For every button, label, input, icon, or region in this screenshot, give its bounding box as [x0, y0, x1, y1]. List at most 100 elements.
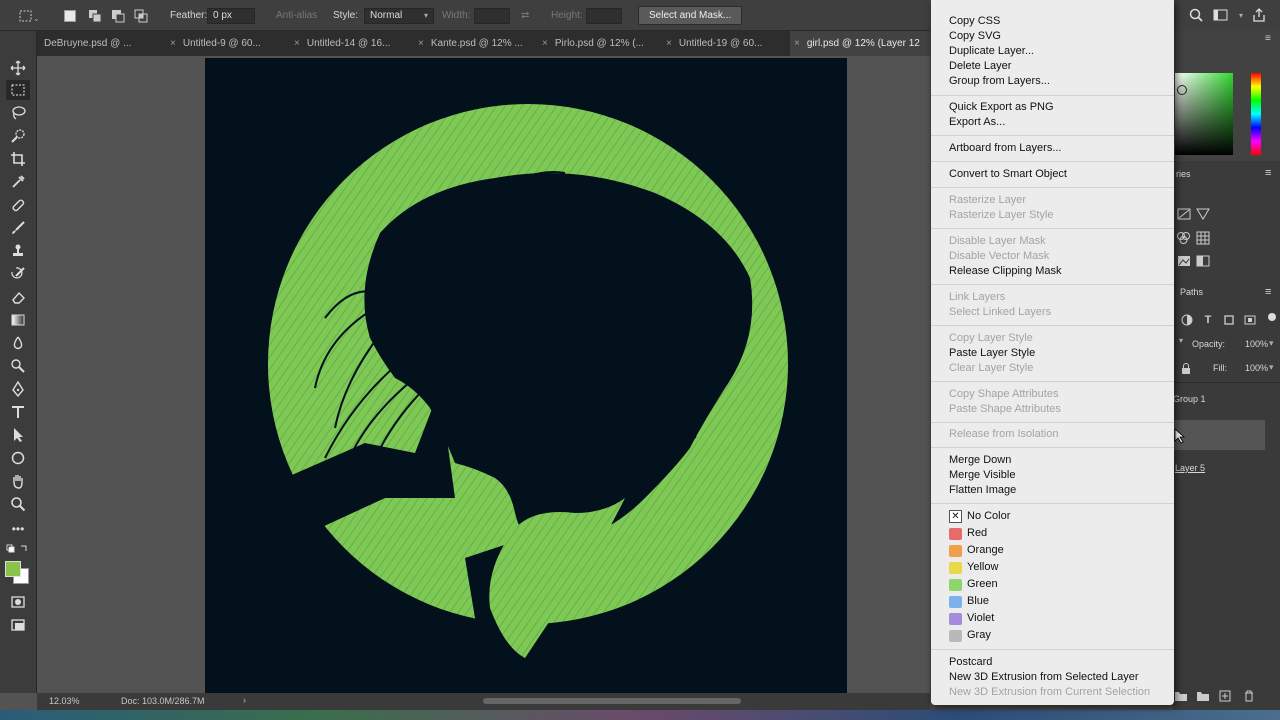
tab-kante[interactable]: × Kante.psd @ 12% ... [418, 31, 542, 56]
smart-object-filter-icon[interactable] [1242, 312, 1258, 328]
tab-pirlo[interactable]: × Pirlo.psd @ 12% (... [542, 31, 666, 56]
color-picker-cursor[interactable] [1177, 85, 1187, 95]
menu-item-flatten-image[interactable]: Flatten Image [949, 483, 1016, 498]
menu-item-postcard[interactable]: Postcard [949, 655, 992, 670]
layer-row-group-1[interactable]: Group 1 [1173, 387, 1280, 411]
quick-mask-icon[interactable] [6, 592, 30, 612]
lock-icon[interactable] [1178, 361, 1194, 377]
menu-item-release-clipping-mask[interactable]: Release Clipping Mask [949, 264, 1062, 279]
panel-menu-icon[interactable]: ≡ [1265, 33, 1271, 44]
marquee-preset-picker[interactable]: ⌄ [18, 0, 40, 31]
menu-item-copy-css[interactable]: Copy CSS [949, 14, 1000, 29]
artboard[interactable] [205, 58, 847, 693]
zoom-level[interactable]: 12.03% [49, 696, 80, 706]
channel-mixer-icon[interactable] [1195, 230, 1211, 246]
type-tool-icon[interactable] [6, 402, 30, 422]
panel-menu-icon[interactable]: ≡ [1265, 167, 1271, 179]
selective-color-icon[interactable] [1195, 253, 1211, 269]
gradient-tool-icon[interactable] [6, 310, 30, 330]
workspace-icon[interactable] [1213, 7, 1229, 23]
menu-item-convert-smart-object[interactable]: Convert to Smart Object [949, 167, 1067, 182]
subtract-selection-icon[interactable] [111, 0, 125, 31]
close-icon[interactable]: × [542, 38, 548, 49]
menu-item-export-as[interactable]: Export As... [949, 115, 1005, 130]
path-select-tool-icon[interactable] [6, 425, 30, 445]
default-colors-icon[interactable] [6, 540, 30, 560]
share-icon[interactable] [1251, 7, 1267, 23]
style-select[interactable]: Normal ▾ [364, 7, 434, 24]
layer-row-layer-5[interactable]: Layer 5 [1173, 459, 1280, 483]
canvas-area[interactable] [37, 56, 930, 693]
libraries-tab-label[interactable]: ries [1176, 169, 1191, 179]
opacity-value[interactable]: 100% [1245, 339, 1268, 349]
tab-untitled-14[interactable]: × Untitled-14 @ 16... [294, 31, 418, 56]
chevron-down-icon[interactable]: ▾ [1233, 7, 1249, 23]
tab-girl[interactable]: × girl.psd @ 12% (Layer 12 [790, 31, 930, 56]
type-filter-icon[interactable]: T [1200, 312, 1216, 328]
adjustment-filter-icon[interactable] [1179, 312, 1195, 328]
chevron-right-icon[interactable]: › [243, 695, 246, 705]
height-input[interactable] [586, 7, 622, 24]
quick-select-tool-icon[interactable] [6, 126, 30, 146]
more-tools-icon[interactable]: ••• [6, 519, 30, 539]
trash-icon[interactable] [1241, 688, 1257, 704]
search-icon[interactable] [1188, 7, 1204, 23]
menu-item-artboard-from-layers[interactable]: Artboard from Layers... [949, 141, 1062, 156]
levels-icon[interactable] [1176, 206, 1192, 222]
gradient-triangle-icon[interactable] [1195, 206, 1211, 222]
horizontal-scrollbar[interactable] [483, 698, 741, 704]
clone-stamp-tool-icon[interactable] [6, 241, 30, 261]
layer-row-selected[interactable] [1173, 420, 1265, 450]
ellipse-tool-icon[interactable] [6, 448, 30, 468]
width-input[interactable] [474, 7, 510, 24]
chevron-down-icon[interactable]: ▾ [1179, 336, 1183, 345]
menu-item-copy-svg[interactable]: Copy SVG [949, 29, 1001, 44]
pen-tool-icon[interactable] [6, 379, 30, 399]
intersect-selection-icon[interactable] [134, 0, 148, 31]
healing-brush-tool-icon[interactable] [6, 195, 30, 215]
foreground-color-swatch[interactable] [5, 561, 21, 577]
menu-item-group-from-layers[interactable]: Group from Layers... [949, 74, 1050, 89]
menu-item-merge-visible[interactable]: Merge Visible [949, 468, 1015, 483]
color-balance-icon[interactable] [1176, 230, 1192, 246]
panel-menu-icon[interactable]: ≡ [1265, 286, 1271, 298]
brush-tool-icon[interactable] [6, 218, 30, 238]
close-icon[interactable]: × [294, 38, 300, 49]
eraser-tool-icon[interactable] [6, 287, 30, 307]
select-and-mask-button[interactable]: Select and Mask... [638, 6, 743, 25]
history-brush-tool-icon[interactable] [6, 264, 30, 284]
fill-value[interactable]: 100% [1245, 363, 1268, 373]
tab-debruyne[interactable]: DeBruyne.psd @ ... [44, 31, 169, 56]
zoom-tool-icon[interactable] [6, 494, 30, 514]
add-selection-icon[interactable] [88, 0, 102, 31]
folder-icon[interactable] [1195, 688, 1211, 704]
close-icon[interactable]: × [666, 38, 672, 49]
menu-item-duplicate-layer[interactable]: Duplicate Layer... [949, 44, 1034, 59]
menu-item-3d-extrusion-selected-layer[interactable]: New 3D Extrusion from Selected Layer [949, 670, 1139, 685]
menu-item-quick-export-png[interactable]: Quick Export as PNG [949, 100, 1054, 115]
rect-marquee-tool-icon[interactable] [6, 80, 30, 100]
close-icon[interactable]: × [794, 38, 800, 49]
shape-filter-icon[interactable] [1221, 312, 1237, 328]
swap-width-height-icon[interactable]: ⇄ [521, 0, 529, 31]
blur-tool-icon[interactable] [6, 333, 30, 353]
new-group-icon[interactable] [1173, 688, 1189, 704]
paths-tab[interactable]: Paths [1180, 287, 1203, 297]
anti-alias-checkbox[interactable]: Anti-alias [276, 0, 317, 31]
screen-mode-icon[interactable] [6, 615, 30, 635]
chevron-down-icon[interactable]: ▾ [1269, 338, 1274, 349]
move-tool-icon[interactable] [6, 58, 30, 78]
chevron-down-icon[interactable]: ▾ [1269, 362, 1274, 373]
hand-tool-icon[interactable] [6, 471, 30, 491]
filter-toggle[interactable] [1268, 313, 1276, 321]
hue-slider[interactable] [1251, 73, 1261, 155]
new-layer-icon[interactable] [1217, 688, 1233, 704]
menu-item-paste-layer-style[interactable]: Paste Layer Style [949, 346, 1035, 361]
tab-untitled-9[interactable]: × Untitled-9 @ 60... [170, 31, 294, 56]
close-icon[interactable]: × [418, 38, 424, 49]
close-icon[interactable]: × [170, 38, 176, 49]
menu-item-merge-down[interactable]: Merge Down [949, 453, 1011, 468]
crop-tool-icon[interactable] [6, 149, 30, 169]
feather-input[interactable]: 0 px [207, 7, 255, 24]
lasso-tool-icon[interactable] [6, 103, 30, 123]
